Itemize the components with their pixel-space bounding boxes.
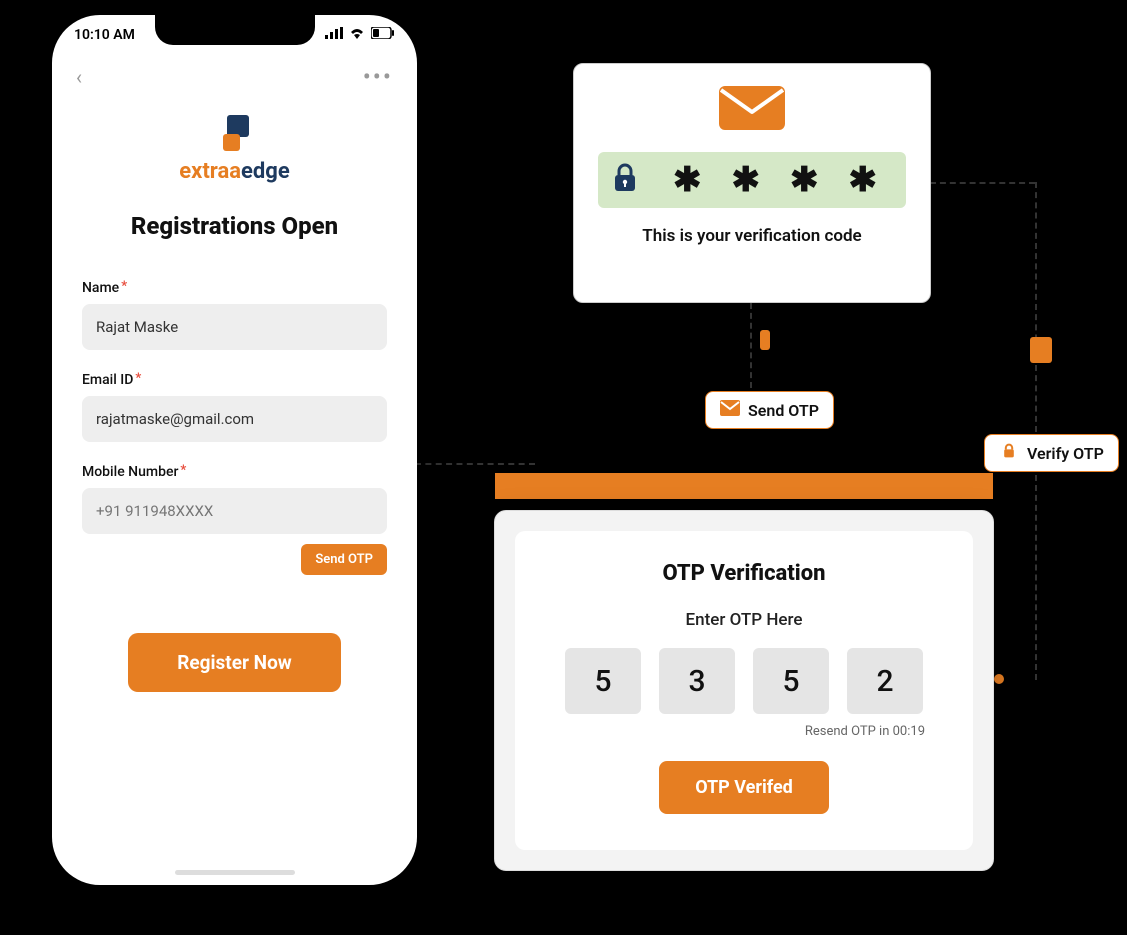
lock-icon — [999, 443, 1019, 463]
otp-digit-input[interactable]: 2 — [847, 648, 923, 714]
email-label: Email ID — [82, 372, 133, 388]
otp-verified-button[interactable]: OTP Verifed — [659, 761, 829, 814]
connector-stub — [1030, 337, 1052, 363]
send-otp-button[interactable]: Send OTP — [301, 544, 387, 575]
code-strip: ✱ ✱ ✱ ✱ — [598, 152, 906, 208]
required-marker: * — [135, 371, 141, 386]
code-star: ✱ — [790, 160, 819, 200]
phone-frame: 10:10 AM ‹ ••• extraaedge Registrations … — [52, 15, 417, 885]
name-field[interactable] — [82, 304, 387, 350]
brand-logo-icon — [217, 115, 253, 151]
connector — [750, 303, 752, 388]
code-star: ✱ — [849, 160, 878, 200]
notch — [155, 15, 315, 45]
code-star: ✱ — [673, 160, 702, 200]
connector — [1035, 182, 1037, 432]
registration-form: Name* Email ID* Mobile Number* Send OTP … — [52, 252, 417, 698]
code-star: ✱ — [732, 160, 761, 200]
name-label: Name — [82, 280, 119, 296]
wifi-icon — [349, 27, 365, 43]
clock: 10:10 AM — [74, 27, 135, 43]
otp-enter-label: Enter OTP Here — [543, 610, 945, 630]
envelope-icon — [720, 400, 740, 420]
brand-text-prefix: extraa — [179, 159, 241, 184]
resend-countdown: Resend OTP in 00:19 — [543, 724, 945, 739]
status-icons — [325, 27, 395, 43]
verify-otp-pill-label: Verify OTP — [1027, 444, 1104, 463]
connector — [415, 463, 535, 465]
mobile-label: Mobile Number — [82, 464, 178, 480]
battery-icon — [371, 27, 395, 43]
otp-card: OTP Verification Enter OTP Here 5 3 5 2 … — [515, 531, 973, 850]
otp-header-bar — [494, 472, 994, 500]
register-button[interactable]: Register Now — [128, 633, 342, 692]
mobile-field[interactable] — [82, 488, 387, 534]
masked-code: ✱ ✱ ✱ ✱ — [658, 160, 892, 200]
required-marker: * — [121, 279, 127, 294]
connector — [1035, 475, 1037, 680]
home-indicator — [175, 870, 295, 875]
verification-code-card: ✱ ✱ ✱ ✱ This is your verification code — [573, 63, 931, 303]
otp-title: OTP Verification — [543, 561, 945, 586]
email-field[interactable] — [82, 396, 387, 442]
status-bar: 10:10 AM — [52, 15, 417, 55]
otp-digit-input[interactable]: 5 — [753, 648, 829, 714]
send-otp-pill[interactable]: Send OTP — [705, 391, 834, 429]
verification-caption: This is your verification code — [642, 226, 861, 246]
brand: extraaedge — [52, 115, 417, 184]
otp-section: OTP Verification Enter OTP Here 5 3 5 2 … — [494, 472, 994, 871]
required-marker: * — [180, 463, 186, 478]
connector — [930, 182, 1035, 184]
otp-digit-input[interactable]: 3 — [659, 648, 735, 714]
page-title: Registrations Open — [52, 212, 417, 240]
more-icon[interactable]: ••• — [363, 71, 393, 83]
verify-otp-pill[interactable]: Verify OTP — [984, 434, 1119, 472]
signal-icon — [325, 27, 343, 43]
envelope-icon — [717, 84, 787, 136]
send-otp-pill-label: Send OTP — [748, 401, 819, 420]
back-icon[interactable]: ‹ — [76, 65, 82, 89]
brand-text-suffix: edge — [241, 159, 290, 184]
lock-icon — [612, 163, 638, 197]
connector-stub — [760, 330, 770, 350]
otp-digit-input[interactable]: 5 — [565, 648, 641, 714]
connector-dot — [992, 672, 1006, 686]
